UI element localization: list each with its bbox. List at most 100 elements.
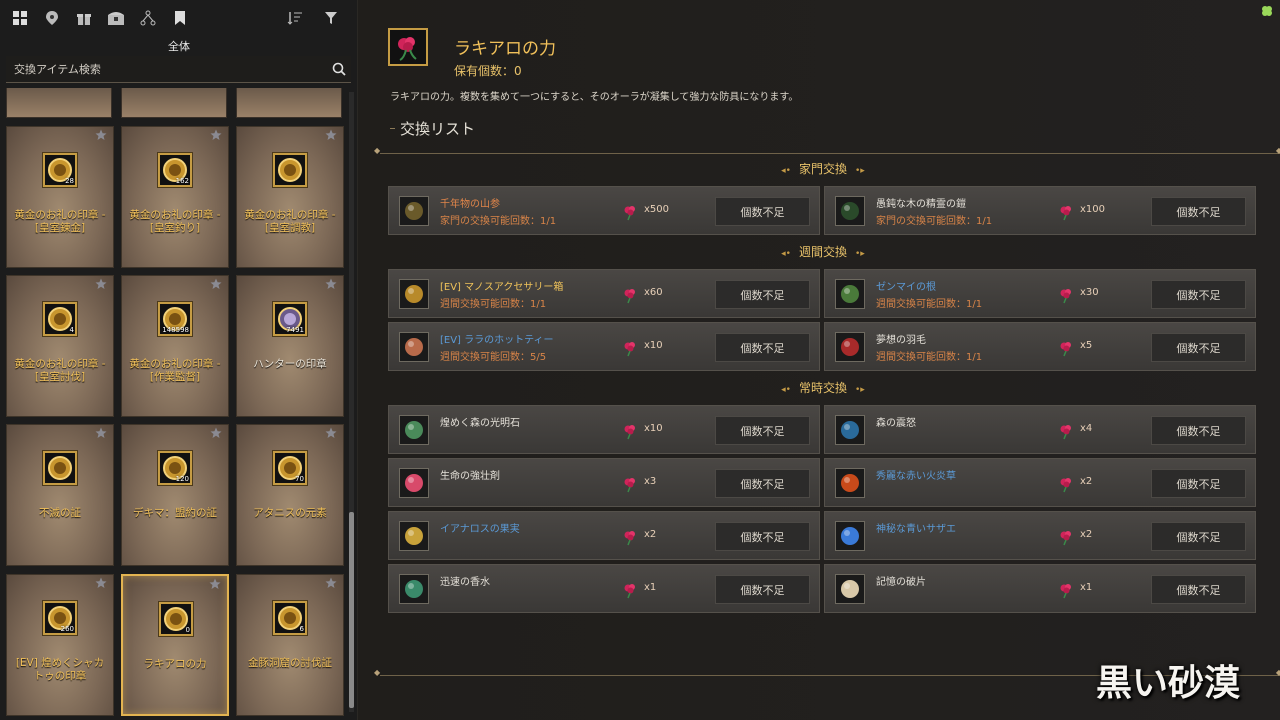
favorite-star-icon[interactable] — [210, 278, 222, 290]
reward-item-icon — [835, 332, 865, 362]
card-name: 黄金のお礼の印章 - [作業監督] — [129, 358, 221, 383]
rose-currency-icon — [624, 289, 635, 304]
exchange-button[interactable]: 個数不足 — [715, 333, 810, 362]
exchange-row[interactable]: 生命の強壮剤 x3 個数不足 — [388, 458, 820, 507]
cost-amount: x10 — [644, 340, 663, 351]
exchange-button[interactable]: 個数不足 — [715, 280, 810, 309]
exchange-limit: 家門の交換可能回数：1/1 — [440, 216, 557, 227]
grid-icon[interactable] — [8, 6, 32, 30]
item-card[interactable]: 6 金豚洞窟の討伐証 — [236, 574, 344, 716]
map-pin-icon[interactable] — [40, 6, 64, 30]
exchange-button[interactable]: 個数不足 — [715, 469, 810, 498]
favorite-star-icon[interactable] — [95, 129, 107, 141]
item-card[interactable]: 4 黄金のお礼の印章 - [皇室討伐] — [6, 275, 114, 417]
card-partial[interactable] — [236, 88, 342, 118]
item-card[interactable]: 不滅の証 — [6, 424, 114, 566]
gift-icon[interactable] — [72, 6, 96, 30]
rose-currency-icon — [1060, 531, 1071, 546]
exchange-row[interactable]: 神秘な青いサザエ x2 個数不足 — [824, 511, 1256, 560]
favorite-star-icon[interactable] — [95, 577, 107, 589]
card-partial[interactable] — [6, 88, 112, 118]
exchange-button[interactable]: 個数不足 — [715, 416, 810, 445]
bookmark-icon[interactable] — [168, 6, 192, 30]
reward-item-icon — [399, 415, 429, 445]
item-card[interactable]: 120 デキマ：盟約の証 — [121, 424, 229, 566]
card-count: 7491 — [286, 326, 304, 334]
exchange-button[interactable]: 個数不足 — [1151, 333, 1246, 362]
cost-amount: x500 — [644, 204, 670, 215]
exchange-button[interactable]: 個数不足 — [1151, 280, 1246, 309]
sort-icon[interactable] — [283, 6, 307, 30]
exchange-row[interactable]: 愚鈍な木の精霊の鎧 家門の交換可能回数：1/1 x100 個数不足 — [824, 186, 1256, 235]
reward-item-icon — [399, 279, 429, 309]
item-card[interactable]: 黄金のお礼の印章 - [皇室調教] — [236, 126, 344, 268]
exchange-row[interactable]: 森の震怒 x4 個数不足 — [824, 405, 1256, 454]
exchange-row[interactable]: 煌めく森の光明石 x10 個数不足 — [388, 405, 820, 454]
reward-item-name: 生命の強壮剤 — [440, 471, 500, 482]
reward-item-icon — [835, 468, 865, 498]
reward-item-icon — [835, 574, 865, 604]
exchange-row[interactable]: 秀麗な赤い火炎草 x2 個数不足 — [824, 458, 1256, 507]
exchange-button[interactable]: 個数不足 — [1151, 469, 1246, 498]
favorite-star-icon[interactable] — [209, 578, 221, 590]
item-sidebar: 全体 28 黄金のお礼の印章 - [皇室錬金] 162 黄金のお礼の印章 - [皇室釣… — [0, 0, 358, 720]
favorite-star-icon[interactable] — [95, 278, 107, 290]
favorite-star-icon[interactable] — [95, 427, 107, 439]
favorite-star-icon[interactable] — [210, 427, 222, 439]
favorite-star-icon[interactable] — [325, 129, 337, 141]
reward-item-name: 記憶の破片 — [876, 577, 926, 588]
exchange-button[interactable]: 個数不足 — [715, 522, 810, 551]
card-count: 4 — [69, 326, 74, 334]
cost-amount: x1 — [1080, 582, 1093, 593]
favorite-star-icon[interactable] — [210, 129, 222, 141]
card-item-icon: 120 — [158, 451, 192, 485]
card-item-icon: 162 — [158, 153, 192, 187]
favorite-star-icon[interactable] — [325, 427, 337, 439]
rose-currency-icon — [1060, 342, 1071, 357]
nodes-icon[interactable] — [136, 6, 160, 30]
filter-icon[interactable] — [319, 6, 343, 30]
item-card[interactable]: 162 黄金のお礼の印章 - [皇室釣り] — [121, 126, 229, 268]
exchange-button[interactable]: 個数不足 — [1151, 575, 1246, 604]
item-card[interactable]: 7491 ハンターの印章 — [236, 275, 344, 417]
exchange-button[interactable]: 個数不足 — [1151, 197, 1246, 226]
exchange-row[interactable]: 記憶の破片 x1 個数不足 — [824, 564, 1256, 613]
card-name: 金豚洞窟の討伐証 — [248, 657, 332, 669]
chest-icon[interactable] — [104, 6, 128, 30]
card-count: 148598 — [162, 326, 189, 334]
exchange-row[interactable]: 迅速の香水 x1 個数不足 — [388, 564, 820, 613]
exchange-row[interactable]: [EV] マノスアクセサリー箱 週間交換可能回数：1/1 x60 個数不足 — [388, 269, 820, 318]
item-card[interactable]: 70 アタニスの元素 — [236, 424, 344, 566]
scrollbar-thumb[interactable] — [349, 512, 354, 708]
exchange-row[interactable]: イアナロスの果実 x2 個数不足 — [388, 511, 820, 560]
cost-amount: x5 — [1080, 340, 1093, 351]
card-count: 6 — [299, 625, 304, 633]
exchange-button[interactable]: 個数不足 — [715, 575, 810, 604]
favorite-star-icon[interactable] — [325, 577, 337, 589]
exchange-button[interactable]: 個数不足 — [1151, 416, 1246, 445]
reward-item-icon — [399, 196, 429, 226]
search-input[interactable] — [6, 56, 351, 82]
item-card-grid: 28 黄金のお礼の印章 - [皇室錬金] 162 黄金のお礼の印章 - [皇室釣り] 黄… — [0, 88, 346, 720]
exchange-row[interactable]: [EV] ララのホットティー 週間交換可能回数：5/5 x10 個数不足 — [388, 322, 820, 371]
item-card[interactable]: 0 ラキアロの力 — [121, 574, 229, 716]
card-name: ハンターの印章 — [253, 358, 327, 370]
exchange-row[interactable]: 千年物の山参 家門の交換可能回数：1/1 x500 個数不足 — [388, 186, 820, 235]
favorite-star-icon[interactable] — [325, 278, 337, 290]
card-name: デキマ：盟約の証 — [133, 507, 217, 519]
card-item-icon: 148598 — [158, 302, 192, 336]
rose-currency-icon — [1060, 206, 1071, 221]
exchange-button[interactable]: 個数不足 — [1151, 522, 1246, 551]
item-card[interactable]: 260 [EV] 煌めくシャカトゥの印章 — [6, 574, 114, 716]
card-partial[interactable] — [121, 88, 227, 118]
card-item-icon: 4 — [43, 302, 77, 336]
item-card[interactable]: 148598 黄金のお礼の印章 - [作業監督] — [121, 275, 229, 417]
item-card[interactable]: 28 黄金のお礼の印章 - [皇室錬金] — [6, 126, 114, 268]
card-name: 黄金のお礼の印章 - [皇室錬金] — [14, 209, 106, 234]
card-count: 120 — [175, 475, 189, 483]
exchange-detail-panel: ラキアロの力 保有個数：0 ラキアロの力。複数を集めて一つにすると、そのオーラが… — [358, 0, 1280, 720]
exchange-row[interactable]: 夢想の羽毛 週間交換可能回数：1/1 x5 個数不足 — [824, 322, 1256, 371]
exchange-row[interactable]: ゼンマイの根 週間交換可能回数：1/1 x30 個数不足 — [824, 269, 1256, 318]
search-icon[interactable] — [331, 61, 347, 77]
exchange-button[interactable]: 個数不足 — [715, 197, 810, 226]
